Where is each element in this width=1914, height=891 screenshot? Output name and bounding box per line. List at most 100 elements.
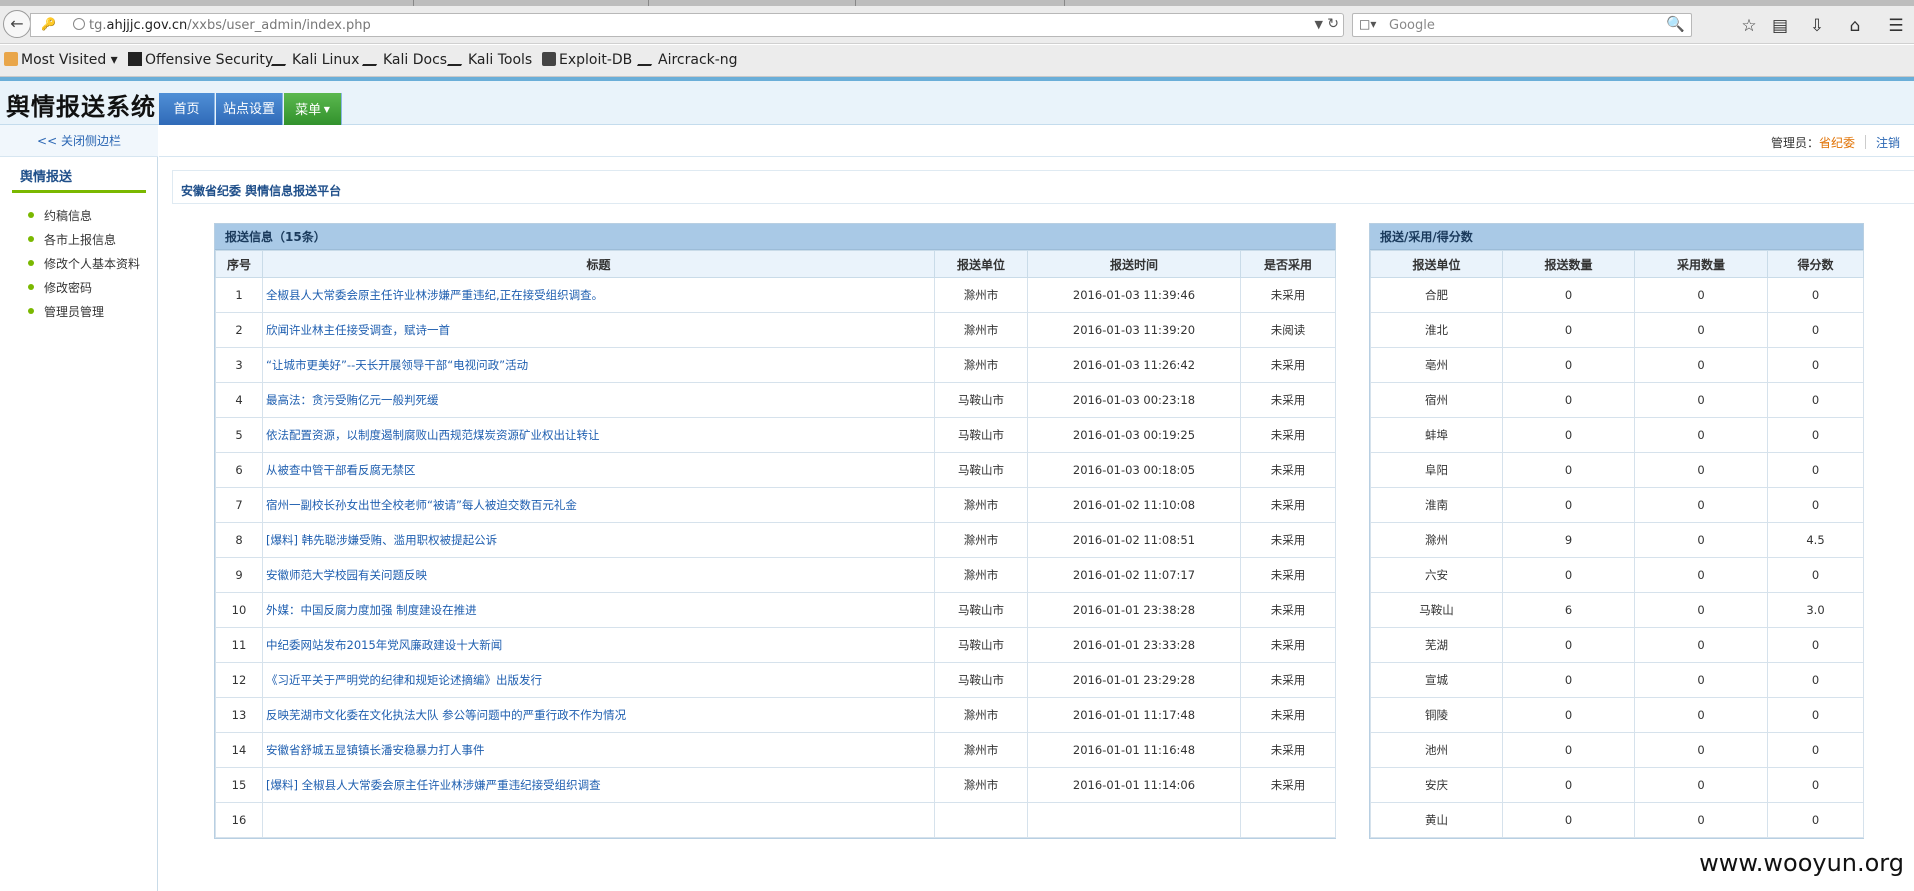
bullet-icon [28, 260, 34, 266]
bullet-icon [28, 236, 34, 242]
close-sidebar-link[interactable]: << 关闭侧边栏 [0, 125, 158, 157]
bookmark-label: Offensive Security [145, 52, 274, 68]
report-title-link[interactable]: 安徽省舒城五显镇镇长潘安稳暴力打人事件 [262, 732, 935, 768]
menu-icon[interactable]: ☰ [1885, 16, 1907, 36]
url-bar[interactable]: 🔑 tg.ahjjjc.gov.cn/xxbs/user_admin/index… [30, 13, 1344, 37]
logout-link[interactable]: 注销 [1876, 136, 1900, 150]
report-unit: 马鞍山市 [934, 592, 1028, 628]
table-row: 滁州 9 0 4.5 [1370, 522, 1864, 558]
report-title-link[interactable]: [爆料] 全椒县人大常委会原主任许业林涉嫌严重违纪接受组织调查 [262, 767, 935, 803]
bookmark-kali-docs[interactable]: Kali Docs [361, 52, 447, 68]
score-adopted-count: 0 [1634, 802, 1768, 838]
table-row: 铜陵 0 0 0 [1370, 697, 1864, 733]
score-sent-count: 0 [1502, 487, 1635, 523]
report-title-link[interactable]: 全椒县人大常委会原主任许业林涉嫌严重违纪,正在接受组织调查。 [262, 277, 935, 313]
sidebar-item-label: 各市上报信息 [44, 233, 117, 247]
report-title-link[interactable]: 宿州一副校长孙女出世全校老师“被请”每人被迫交数百元礼金 [262, 487, 935, 523]
score-adopted-count: 0 [1634, 312, 1768, 348]
reading-list-icon[interactable]: ▤ [1769, 16, 1791, 36]
score-value: 0 [1767, 732, 1864, 768]
sidebar-item-admin-management[interactable]: 管理员管理 [28, 303, 104, 320]
table-row: 10 外媒：中国反腐力度加强 制度建设在推进 马鞍山市 2016-01-01 23:3… [215, 592, 1336, 628]
report-title-link[interactable]: 中纪委网站发布2015年党风廉政建设十大新闻 [262, 627, 935, 663]
table-row: 宿州 0 0 0 [1370, 382, 1864, 418]
report-unit: 马鞍山市 [934, 452, 1028, 488]
score-unit: 淮北 [1370, 312, 1503, 348]
report-title-link[interactable]: 《习近平关于严明党的纪律和规矩论述摘编》出版发行 [262, 662, 935, 698]
report-title-link[interactable]: 反映芜湖市文化委在文化执法大队 参公等问题中的严重行政不作为情况 [262, 697, 935, 733]
reload-icon[interactable]: ↻ [1327, 16, 1339, 32]
report-title-link[interactable]: 从被查中管干部看反腐无禁区 [262, 452, 935, 488]
home-icon[interactable]: ⌂ [1844, 16, 1866, 36]
score-sent-count: 0 [1502, 697, 1635, 733]
url-dropdown-icon[interactable]: ▼ [1315, 18, 1323, 31]
report-status: 未采用 [1240, 417, 1336, 453]
report-time: 2016-01-01 11:16:48 [1027, 732, 1241, 768]
score-adopted-count: 0 [1634, 697, 1768, 733]
browser-navbar: ← 🔑 tg.ahjjjc.gov.cn/xxbs/user_admin/ind… [0, 6, 1914, 44]
back-button[interactable]: ← [3, 10, 31, 38]
table-row: 7 宿州一副校长孙女出世全校老师“被请”每人被迫交数百元礼金 滁州市 2016-01-… [215, 487, 1336, 523]
search-icon[interactable]: 🔍 [1666, 15, 1685, 33]
score-adopted-count: 0 [1634, 732, 1768, 768]
nav-home[interactable]: 首页 [159, 93, 215, 127]
kali-dragon-icon [361, 52, 385, 66]
report-status: 未采用 [1240, 697, 1336, 733]
bookmark-exploit-db[interactable]: Exploit-DB [542, 52, 632, 68]
sidebar-item-city-reports[interactable]: 各市上报信息 [28, 231, 116, 248]
reports-table: 序号 标题 报送单位 报送时间 是否采用 1 全椒县人大常委会原主任许业林涉嫌严重… [215, 250, 1336, 838]
score-unit: 黄山 [1370, 802, 1503, 838]
bookmark-most-visited[interactable]: Most Visited ▾ [4, 52, 118, 68]
score-unit: 亳州 [1370, 347, 1503, 383]
col-header-time: 报送时间 [1027, 250, 1241, 278]
bookmark-offensive-security[interactable]: Offensive Security [128, 52, 273, 68]
user-info: 管理员：省纪委 注销 [1771, 134, 1900, 151]
score-unit: 马鞍山 [1370, 592, 1503, 628]
bookmark-kali-tools[interactable]: Kali Tools [446, 52, 532, 68]
report-title-link[interactable]: 欣闻许业林主任接受调查，赋诗一首 [262, 312, 935, 348]
report-title-link[interactable]: 最高法：贪污受贿亿元一般判死缓 [262, 382, 935, 418]
bookmark-kali-linux[interactable]: Kali Linux [270, 52, 359, 68]
sidebar-item-solicited-articles[interactable]: 约稿信息 [28, 207, 92, 224]
table-row: 合肥 0 0 0 [1370, 277, 1864, 313]
score-adopted-count: 0 [1634, 417, 1768, 453]
app-header: 舆情报送系统 首页 站点设置 菜单 ▼ [0, 77, 1914, 127]
score-unit: 蚌埠 [1370, 417, 1503, 453]
sidebar: << 关闭侧边栏 舆情报送 约稿信息 各市上报信息 修改个人基本资料 修改密码 … [0, 125, 158, 891]
score-unit: 安庆 [1370, 767, 1503, 803]
score-sent-count: 0 [1502, 277, 1635, 313]
report-title-link[interactable]: 外媒：中国反腐力度加强 制度建设在推进 [262, 592, 935, 628]
report-time: 2016-01-01 11:17:48 [1027, 697, 1241, 733]
sidebar-item-edit-profile[interactable]: 修改个人基本资料 [28, 255, 140, 272]
col-header-adopted: 是否采用 [1240, 250, 1336, 278]
table-row: 4 最高法：贪污受贿亿元一般判死缓 马鞍山市 2016-01-03 00:23:18 未… [215, 382, 1336, 418]
table-row: 淮南 0 0 0 [1370, 487, 1864, 523]
sidebar-item-change-password[interactable]: 修改密码 [28, 279, 92, 296]
sidebar-section-title[interactable]: 舆情报送 [12, 165, 146, 193]
report-unit: 滁州市 [934, 277, 1028, 313]
globe-icon [73, 18, 85, 30]
score-unit: 合肥 [1370, 277, 1503, 313]
bookmark-label: Aircrack-ng [658, 52, 738, 68]
search-bar[interactable]: □▾ Google 🔍 [1352, 13, 1692, 37]
score-value: 0 [1767, 277, 1864, 313]
report-time: 2016-01-02 11:07:17 [1027, 557, 1241, 593]
back-arrow-icon: ← [10, 14, 24, 33]
report-title-link[interactable]: 安徽师范大学校园有关问题反映 [262, 557, 935, 593]
search-engine-icon[interactable]: □▾ [1359, 17, 1376, 31]
table-row: 14 安徽省舒城五显镇镇长潘安稳暴力打人事件 滁州市 2016-01-01 11:16… [215, 732, 1336, 768]
row-number: 3 [215, 347, 263, 383]
row-number: 1 [215, 277, 263, 313]
bookmark-star-icon[interactable]: ☆ [1738, 16, 1760, 36]
downloads-icon[interactable]: ⇩ [1806, 16, 1828, 36]
report-title-link[interactable]: [爆料] 韩先聪涉嫌受贿、滥用职权被提起公诉 [262, 522, 935, 558]
nav-site-settings[interactable]: 站点设置 [216, 93, 283, 127]
report-title-link[interactable]: 依法配置资源，以制度遏制腐败山西规范煤炭资源矿业权出让转让 [262, 417, 935, 453]
score-unit: 宣城 [1370, 662, 1503, 698]
bookmark-aircrack-ng[interactable]: Aircrack-ng [636, 52, 738, 68]
nav-menu-dropdown[interactable]: 菜单 ▼ [284, 93, 342, 127]
report-status: 未采用 [1240, 662, 1336, 698]
report-title-link[interactable]: “让城市更美好”--天长开展领导干部“电视问政”活动 [262, 347, 935, 383]
bookmark-label: Most Visited [21, 52, 107, 68]
table-row: 12 《习近平关于严明党的纪律和规矩论述摘编》出版发行 马鞍山市 2016-01-01… [215, 662, 1336, 698]
